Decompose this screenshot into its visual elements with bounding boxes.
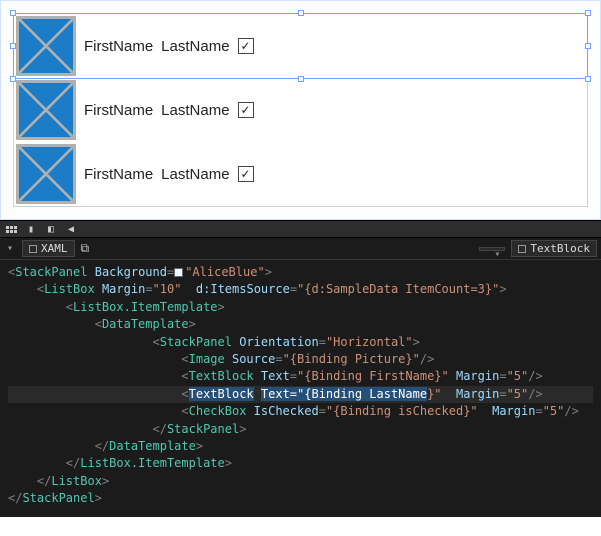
chevron-left-icon[interactable]: ◀: [64, 222, 78, 236]
lastname-label: LastName: [161, 165, 229, 184]
list-item[interactable]: FirstName LastName ✓: [14, 78, 587, 142]
listbox-preview[interactable]: FirstName LastName ✓ FirstName LastName …: [13, 13, 588, 207]
checkbox[interactable]: ✓: [238, 38, 254, 54]
firstname-label: FirstName: [84, 165, 153, 184]
layout-stacked-icon[interactable]: ▮: [24, 222, 38, 236]
firstname-label: FirstName: [84, 101, 153, 120]
checkbox[interactable]: ✓: [238, 102, 254, 118]
element-icon: [518, 245, 526, 253]
firstname-label: FirstName: [84, 37, 153, 56]
checkbox[interactable]: ✓: [238, 166, 254, 182]
xaml-editor: ▮ ◧ ◀ ▾ XAML ⧉ TextBlock <StackPanel Bac…: [0, 220, 601, 517]
list-item[interactable]: FirstName LastName ✓: [14, 142, 587, 206]
xaml-file-icon: [29, 245, 37, 253]
selection-handle[interactable]: [585, 10, 591, 16]
popout-icon[interactable]: ⧉: [81, 241, 90, 256]
tab-label: XAML: [41, 242, 68, 255]
placeholder-image-icon: [16, 80, 76, 140]
breadcrumb-dropdown[interactable]: [479, 247, 505, 251]
tab-xaml[interactable]: XAML: [22, 240, 75, 257]
code-area[interactable]: <StackPanel Background="AliceBlue"> <Lis…: [0, 260, 601, 517]
list-item[interactable]: FirstName LastName ✓: [14, 14, 587, 78]
selection-handle[interactable]: [298, 10, 304, 16]
placeholder-image-icon: [16, 16, 76, 76]
designer-preview[interactable]: FirstName LastName ✓ FirstName LastName …: [0, 0, 601, 220]
collapse-arrow-icon[interactable]: ▾: [4, 243, 16, 254]
editor-tabrow: ▾ XAML ⧉ TextBlock: [0, 238, 601, 260]
placeholder-image-icon: [16, 144, 76, 204]
color-swatch-icon: [174, 268, 183, 277]
breadcrumb-label: TextBlock: [530, 242, 590, 255]
lastname-label: LastName: [161, 37, 229, 56]
layout-grid-icon[interactable]: [4, 222, 18, 236]
designer-toolbar: ▮ ◧ ◀: [0, 220, 601, 238]
layout-split-icon[interactable]: ◧: [44, 222, 58, 236]
breadcrumb-element[interactable]: TextBlock: [511, 240, 597, 257]
selection-handle[interactable]: [585, 43, 591, 49]
lastname-label: LastName: [161, 101, 229, 120]
